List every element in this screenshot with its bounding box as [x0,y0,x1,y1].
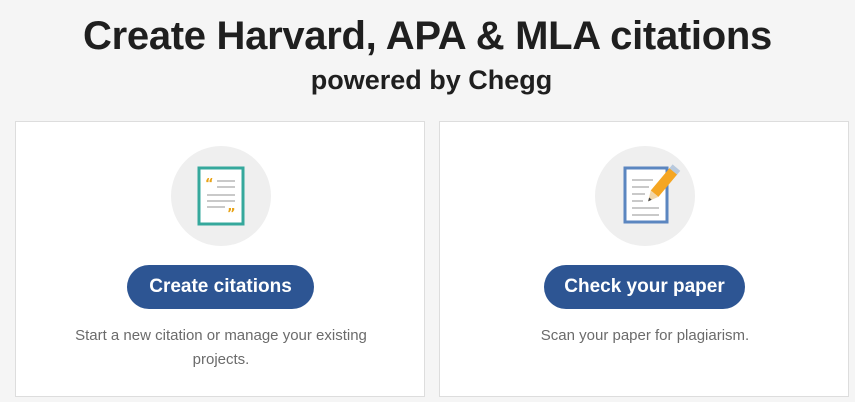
page-subtitle: powered by Chegg [310,65,553,95]
create-citations-card: “ ” Create citations Start a new citatio… [15,121,425,397]
create-citations-description: Start a new citation or manage your exis… [75,327,367,368]
check-paper-card: Check your paper Scan your paper for pla… [439,121,849,397]
check-paper-button[interactable]: Check your paper [544,265,745,309]
citation-document-icon: “ ” [171,146,271,246]
svg-text:”: ” [227,207,236,222]
create-citations-button[interactable]: Create citations [127,265,314,309]
svg-text:“: “ [205,177,214,192]
page-title: Create Harvard, APA & MLA citations [83,14,772,58]
paper-pencil-icon [595,146,695,246]
check-paper-description: Scan your paper for plagiarism. [540,327,750,344]
